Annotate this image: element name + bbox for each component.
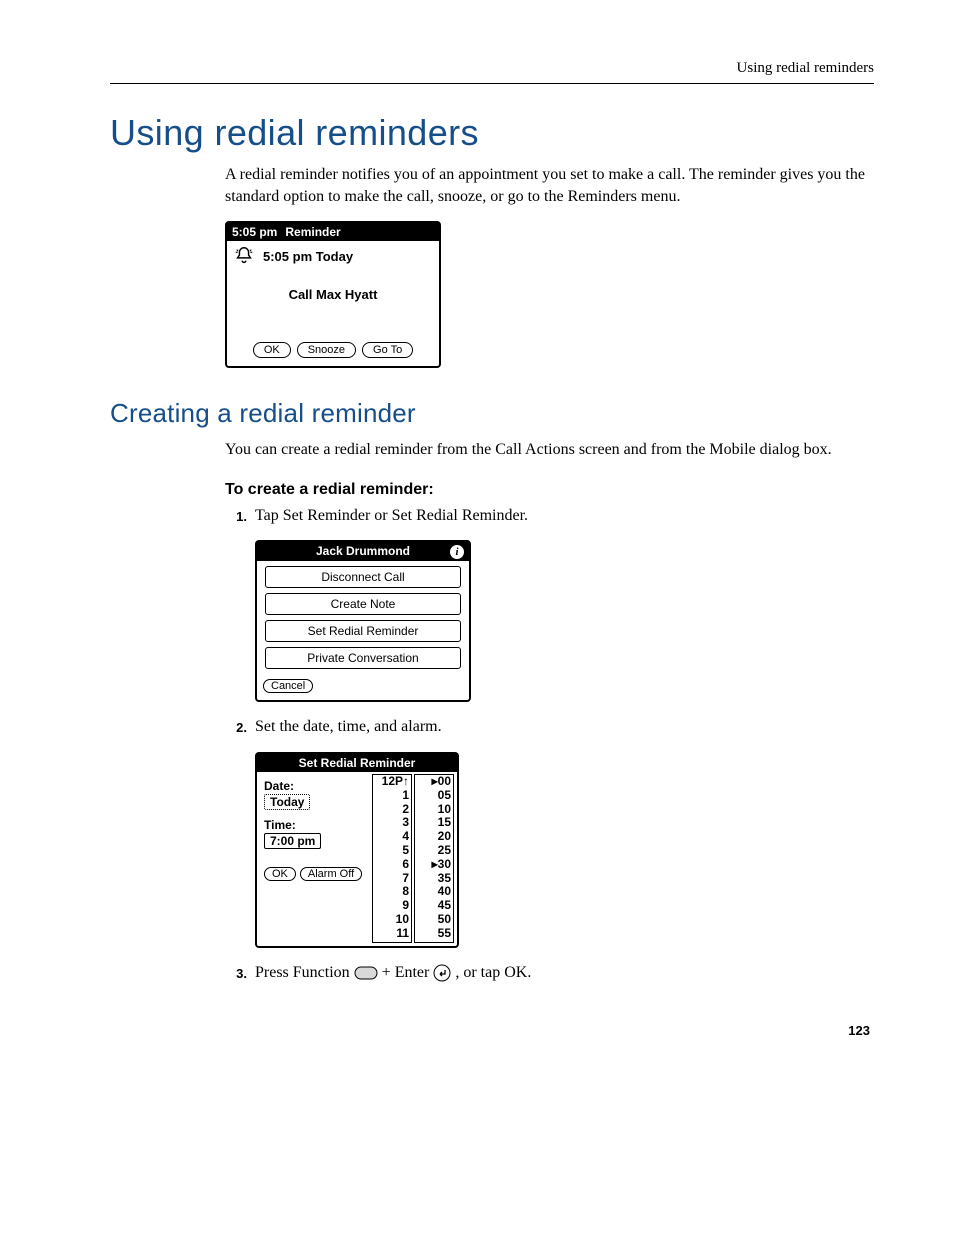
srr-time-label: Time: bbox=[264, 818, 366, 832]
reminder-ok-button[interactable]: OK bbox=[253, 342, 291, 358]
palm-set-redial-screenshot: Set Redial Reminder Date: Today Time: 7:… bbox=[255, 752, 459, 948]
srr-date-field[interactable]: Today bbox=[264, 794, 310, 810]
enter-key-icon bbox=[433, 964, 451, 982]
srr-title: Set Redial Reminder bbox=[262, 756, 452, 770]
step-number: 1. bbox=[225, 505, 247, 527]
procedure-title: To create a redial reminder: bbox=[225, 481, 874, 499]
bell-icon bbox=[233, 245, 255, 267]
section-title-creating: Creating a redial reminder bbox=[110, 398, 874, 429]
step-3-text: Press Function + Enter , or tap OK. bbox=[255, 962, 874, 984]
step-2-text: Set the date, time, and alarm. bbox=[255, 716, 874, 738]
intro-paragraph: A redial reminder notifies you of an app… bbox=[225, 164, 874, 207]
reminder-time-text: 5:05 pm Today bbox=[263, 249, 353, 264]
minute-marker-icon: ▸ bbox=[432, 774, 438, 788]
reminder-message: Call Max Hyatt bbox=[227, 277, 439, 342]
creating-intro-paragraph: You can create a redial reminder from th… bbox=[225, 439, 874, 461]
step-number: 3. bbox=[225, 962, 247, 984]
function-key-icon bbox=[354, 966, 378, 980]
step-3-part-a: Press Function bbox=[255, 964, 354, 981]
page-title: Using redial reminders bbox=[110, 112, 874, 154]
step-2: 2. Set the date, time, and alarm. bbox=[225, 716, 874, 738]
srr-time-field[interactable]: 7:00 pm bbox=[264, 833, 321, 849]
private-conversation-button[interactable]: Private Conversation bbox=[265, 647, 461, 669]
palm-reminder-titlebar: 5:05 pm Reminder bbox=[227, 223, 439, 241]
step-1: 1. Tap Set Reminder or Set Redial Remind… bbox=[225, 505, 874, 527]
reminder-goto-button[interactable]: Go To bbox=[362, 342, 413, 358]
call-actions-titlebar: Jack Drummond i bbox=[257, 542, 469, 561]
srr-hours-header: 12P bbox=[382, 774, 403, 788]
header-rule bbox=[110, 83, 874, 84]
call-actions-name: Jack Drummond bbox=[276, 544, 450, 559]
minute-marker-icon: ▸ bbox=[432, 857, 438, 871]
create-note-button[interactable]: Create Note bbox=[265, 593, 461, 615]
srr-alarm-off-button[interactable]: Alarm Off bbox=[300, 867, 362, 881]
palm-reminder-screenshot: 5:05 pm Reminder 5:05 pm Today Call Max … bbox=[225, 221, 441, 368]
running-head: Using redial reminders bbox=[110, 60, 874, 77]
step-3-part-c: , or tap OK. bbox=[455, 964, 531, 981]
info-icon[interactable]: i bbox=[450, 545, 464, 559]
set-redial-reminder-button[interactable]: Set Redial Reminder bbox=[265, 620, 461, 642]
reminder-snooze-button[interactable]: Snooze bbox=[297, 342, 356, 358]
disconnect-call-button[interactable]: Disconnect Call bbox=[265, 566, 461, 588]
step-3: 3. Press Function + Enter , or tap OK. bbox=[225, 962, 874, 984]
cancel-button[interactable]: Cancel bbox=[263, 679, 313, 693]
page-number: 123 bbox=[110, 1023, 874, 1038]
step-3-part-b: + Enter bbox=[382, 964, 434, 981]
up-arrow-icon: ↑ bbox=[403, 774, 409, 788]
srr-ok-button[interactable]: OK bbox=[264, 867, 296, 881]
titlebar-time: 5:05 pm bbox=[232, 225, 277, 239]
srr-titlebar: Set Redial Reminder bbox=[257, 754, 457, 772]
titlebar-label: Reminder bbox=[277, 225, 434, 239]
palm-call-actions-screenshot: Jack Drummond i Disconnect Call Create N… bbox=[255, 540, 471, 702]
srr-hours-column[interactable]: 12P↑ 1 2 3 4 5 6 7 8 9 10 11 bbox=[372, 774, 412, 943]
srr-minutes-column[interactable]: ▸00 0510152025 ▸30 3540455055 bbox=[414, 774, 454, 943]
srr-date-label: Date: bbox=[264, 779, 366, 793]
step-number: 2. bbox=[225, 716, 247, 738]
srr-hours-list: 1 2 3 4 5 6 7 8 9 10 11 bbox=[375, 789, 409, 941]
step-1-text: Tap Set Reminder or Set Redial Reminder. bbox=[255, 505, 874, 527]
